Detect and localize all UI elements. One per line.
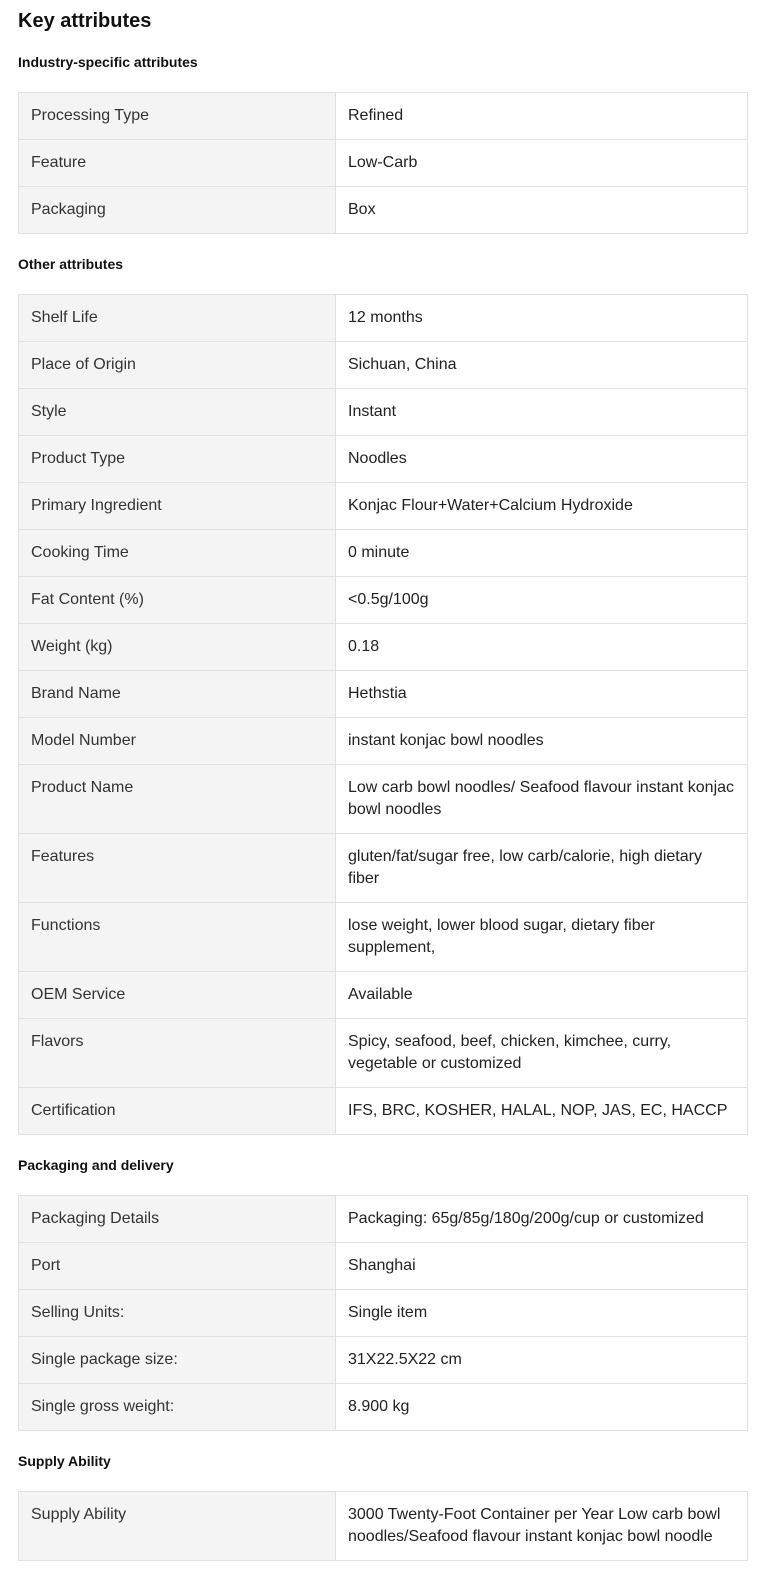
attribute-value: 8.900 kg [335, 1383, 748, 1431]
attribute-value: Konjac Flour+Water+Calcium Hydroxide [335, 482, 748, 530]
attribute-key: Supply Ability [18, 1491, 336, 1561]
table-row: Style Instant [18, 388, 748, 436]
attribute-key: Packaging [18, 186, 336, 234]
table-row: Feature Low-Carb [18, 139, 748, 187]
table-row: Features gluten/fat/sugar free, low carb/… [18, 833, 748, 903]
attribute-key: Product Name [18, 764, 336, 834]
attribute-key: Single package size: [18, 1336, 336, 1384]
table-row: Brand Name Hethstia [18, 670, 748, 718]
attribute-value: Packaging: 65g/85g/180g/200g/cup or cust… [335, 1195, 748, 1243]
attribute-key: Selling Units: [18, 1289, 336, 1337]
attribute-key: Cooking Time [18, 529, 336, 577]
attribute-value: <0.5g/100g [335, 576, 748, 624]
table-row: Product Type Noodles [18, 435, 748, 483]
table-row: Product Name Low carb bowl noodles/ Seafo… [18, 764, 748, 834]
attribute-value: Available [335, 971, 748, 1019]
attribute-value: 3000 Twenty-Foot Container per Year Low … [335, 1491, 748, 1561]
attribute-value: Refined [335, 92, 748, 140]
table-row: Shelf Life 12 months [18, 294, 748, 342]
attributes-table-other: Shelf Life 12 months Place of Origin Sichu… [18, 294, 748, 1135]
table-row: Supply Ability 3000 Twenty-Foot Container… [18, 1491, 748, 1561]
attribute-key: Fat Content (%) [18, 576, 336, 624]
attribute-value: gluten/fat/sugar free, low carb/calorie,… [335, 833, 748, 903]
attribute-value: Box [335, 186, 748, 234]
attributes-table-packaging-delivery: Packaging Details Packaging: 65g/85g/180g… [18, 1195, 748, 1431]
attribute-value: 0.18 [335, 623, 748, 671]
table-row: Weight (kg) 0.18 [18, 623, 748, 671]
section-heading-other-attributes: Other attributes [18, 256, 124, 272]
attributes-table-industry-specific: Processing Type Refined Feature Low-Carb P… [18, 92, 748, 234]
attribute-value: Hethstia [335, 670, 748, 718]
attribute-value: instant konjac bowl noodles [335, 717, 748, 765]
table-row: Place of Origin Sichuan, China [18, 341, 748, 389]
table-row: Model Number instant konjac bowl noodles [18, 717, 748, 765]
attribute-value: IFS, BRC, KOSHER, HALAL, NOP, JAS, EC, H… [335, 1087, 748, 1135]
attribute-value: Shanghai [335, 1242, 748, 1290]
table-row: Cooking Time 0 minute [18, 529, 748, 577]
attribute-key: Shelf Life [18, 294, 336, 342]
section-heading-industry-specific: Industry-specific attributes [18, 54, 198, 70]
attribute-key: Primary Ingredient [18, 482, 336, 530]
attribute-key: Flavors [18, 1018, 336, 1088]
attribute-key: Weight (kg) [18, 623, 336, 671]
attribute-value: 0 minute [335, 529, 748, 577]
key-attributes-panel: Key attributes Industry-specific attribu… [0, 0, 779, 1561]
section-heading-packaging-delivery: Packaging and delivery [18, 1157, 174, 1173]
attribute-value: Sichuan, China [335, 341, 748, 389]
attribute-key: Product Type [18, 435, 336, 483]
table-row: Fat Content (%) <0.5g/100g [18, 576, 748, 624]
attribute-value: 31X22.5X22 cm [335, 1336, 748, 1384]
attribute-key: Place of Origin [18, 341, 336, 389]
attribute-key: Brand Name [18, 670, 336, 718]
table-row: OEM Service Available [18, 971, 748, 1019]
attribute-key: OEM Service [18, 971, 336, 1019]
attribute-value: Low carb bowl noodles/ Seafood flavour i… [335, 764, 748, 834]
attribute-key: Feature [18, 139, 336, 187]
attribute-value: lose weight, lower blood sugar, dietary … [335, 902, 748, 972]
attribute-key: Model Number [18, 717, 336, 765]
attribute-key: Features [18, 833, 336, 903]
table-row: Packaging Details Packaging: 65g/85g/180g… [18, 1195, 748, 1243]
attribute-value: Spicy, seafood, beef, chicken, kimchee, … [335, 1018, 748, 1088]
table-row: Packaging Box [18, 186, 748, 234]
attribute-value: Noodles [335, 435, 748, 483]
table-row: Processing Type Refined [18, 92, 748, 140]
section-heading-supply-ability: Supply Ability [18, 1453, 111, 1469]
attributes-table-supply-ability: Supply Ability 3000 Twenty-Foot Container… [18, 1491, 748, 1561]
attribute-value: Low-Carb [335, 139, 748, 187]
attribute-value: Instant [335, 388, 748, 436]
attribute-value: Single item [335, 1289, 748, 1337]
attribute-key: Packaging Details [18, 1195, 336, 1243]
attribute-key: Style [18, 388, 336, 436]
page-title: Key attributes [18, 10, 152, 32]
table-row: Single package size: 31X22.5X22 cm [18, 1336, 748, 1384]
table-row: Flavors Spicy, seafood, beef, chicken, ki… [18, 1018, 748, 1088]
table-row: Primary Ingredient Konjac Flour+Water+Cal… [18, 482, 748, 530]
attribute-key: Single gross weight: [18, 1383, 336, 1431]
attribute-key: Functions [18, 902, 336, 972]
attribute-key: Processing Type [18, 92, 336, 140]
table-row: Selling Units: Single item [18, 1289, 748, 1337]
table-row: Functions lose weight, lower blood sugar,… [18, 902, 748, 972]
table-row: Certification IFS, BRC, KOSHER, HALAL, NO… [18, 1087, 748, 1135]
attribute-value: 12 months [335, 294, 748, 342]
table-row: Port Shanghai [18, 1242, 748, 1290]
attribute-key: Certification [18, 1087, 336, 1135]
table-row: Single gross weight: 8.900 kg [18, 1383, 748, 1431]
attribute-key: Port [18, 1242, 336, 1290]
